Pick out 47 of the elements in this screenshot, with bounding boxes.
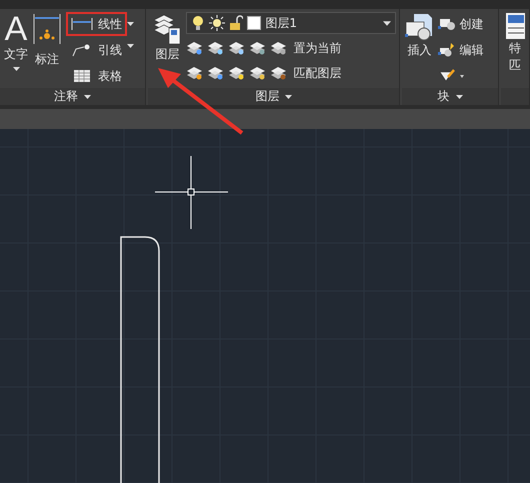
layer-stack-icon[interactable] [152,12,182,46]
layer-tool-icon[interactable] [228,65,246,81]
create-block-icon [438,17,456,31]
edit-block-button[interactable]: 编辑 [436,38,486,62]
unlocked-padlock-icon [229,15,244,31]
layer-tool-icon[interactable] [249,65,268,81]
layer-tool-icon[interactable] [270,65,288,81]
layer-properties-label[interactable]: 图层 [155,46,180,63]
layer-dropdown[interactable]: 图层1 [186,12,396,34]
properties-icon[interactable] [505,12,525,40]
layer-tool-icon[interactable] [270,40,288,56]
table-icon [71,69,93,83]
sun-icon [209,15,226,31]
layer-tool-icon[interactable] [228,40,246,56]
caret-icon[interactable] [127,22,134,26]
text-tool-label[interactable]: 文字 [4,46,28,63]
linear-dimension-icon [71,17,93,31]
caret-icon[interactable] [84,94,92,98]
create-block-button[interactable]: 创建 [436,12,486,36]
leader-button[interactable]: 引线 [66,38,127,62]
match-layer-button[interactable]: 匹配图层 [293,64,342,82]
edit-block-icon [438,43,456,57]
set-current-button[interactable]: 置为当前 [293,40,342,56]
panel-title[interactable]: 图层 [255,88,280,105]
caret-icon[interactable] [127,44,134,48]
layer-tool-icon[interactable] [249,40,268,56]
panel-title[interactable]: 块 [438,88,450,105]
pencil-tag-icon [438,69,466,83]
properties-label[interactable]: 特 匹 [509,40,521,74]
layer-tool-icon[interactable] [207,40,226,56]
caret-icon[interactable] [456,94,463,98]
table-button[interactable]: 表格 [66,64,127,88]
panel-title[interactable]: 注释 [54,88,78,105]
insert-block-icon[interactable] [404,12,434,42]
layer-tool-icon[interactable] [186,65,204,81]
linear-dimension-button[interactable]: 线性 [66,12,127,36]
text-tool-icon[interactable]: A [4,12,28,46]
dimension-icon[interactable] [32,12,62,46]
caret-icon[interactable] [12,67,20,71]
lightbulb-icon [191,15,206,31]
insert-label[interactable]: 插入 [407,42,432,59]
layer-tool-icon[interactable] [207,65,226,81]
caret-icon [383,20,392,26]
caret-icon[interactable] [285,94,292,98]
layer-tool-icon[interactable] [186,40,204,56]
color-swatch [247,16,262,30]
dimension-label[interactable]: 标注 [35,51,59,68]
